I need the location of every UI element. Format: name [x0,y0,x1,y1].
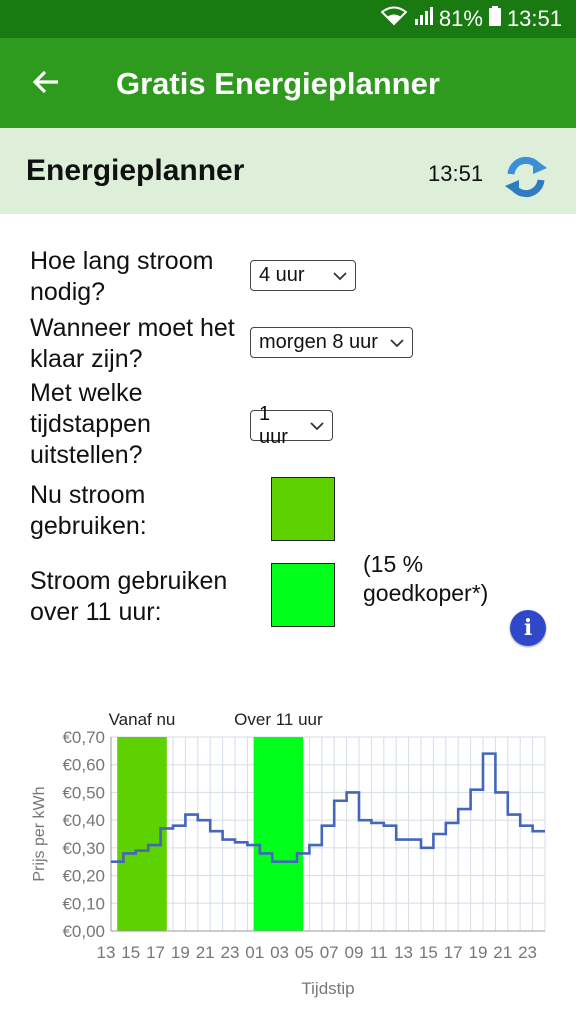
x-tick-label: 23 [220,943,239,962]
y-axis-title: Prijs per kWh [31,786,48,881]
x-tick-label: 23 [518,943,537,962]
app-title: Gratis Energieplanner [116,66,440,101]
x-tick-label: 17 [444,943,463,962]
battery-icon [488,6,501,32]
x-tick-label: 13 [96,943,115,962]
x-tick-label: 17 [146,943,165,962]
x-tick-label: 13 [394,943,413,962]
y-tick-label: €0,20 [62,867,105,886]
x-tick-label: 11 [370,943,388,962]
duration-label: Hoe lang stroom nodig? [30,247,214,306]
chevron-down-icon [333,268,347,284]
wifi-icon [380,6,408,32]
y-tick-label: €0,00 [62,922,105,941]
x-tick-label: 05 [295,943,314,962]
deadline-select[interactable]: morgen 8 uur [250,327,413,358]
x-tick-label: 19 [171,943,190,962]
duration-select[interactable]: 4 uur [250,260,356,291]
x-tick-label: 19 [468,943,487,962]
back-arrow-icon[interactable] [26,62,66,102]
x-tick-label: 15 [419,943,438,962]
info-icon[interactable]: i [510,610,546,646]
now-label: Nu stroom gebruiken: [30,481,147,540]
y-tick-label: €0,50 [62,783,105,802]
deadline-value: morgen 8 uur [259,331,378,353]
timestep-label: Met welke tijdstappen uitstellen? [30,379,151,469]
page-header: Energieplanner 13:51 [0,128,576,214]
later-color-swatch [271,563,335,627]
timestep-select[interactable]: 1 uur [250,403,333,448]
status-bar: 81% 13:51 [0,0,576,38]
saving-note: (15 % goedkoper*) [363,551,489,606]
later-label: Stroom gebruiken over 11 uur: [30,567,228,626]
timestep-value: 1 uur [259,402,288,448]
header-time: 13:51 [428,161,484,186]
price-chart: Vanaf nu Over 11 uur €0,00 €0,10 €0,20 €0,30 €… [31,710,546,998]
y-tick-label: €0,70 [62,728,105,747]
y-tick-label: €0,60 [62,756,105,775]
page-title: Energieplanner [26,154,245,187]
x-tick-label: 21 [493,943,512,962]
highlight-band [253,737,304,931]
y-tick-label: €0,10 [62,894,105,913]
chevron-down-icon [310,418,324,434]
battery-percentage: 81% [438,6,483,31]
x-tick-label: 03 [270,943,289,962]
highlight-label: Vanaf nu [109,710,176,729]
price-line [111,752,545,864]
x-axis-title: Tijdstip [301,979,354,998]
app-bar: Gratis Energieplanner [0,38,576,128]
x-tick-label: 01 [245,943,264,962]
status-time: 13:51 [506,6,562,31]
y-tick-label: €0,30 [62,839,105,858]
deadline-label: Wanneer moet het klaar zijn? [30,314,235,373]
chevron-down-icon [390,335,404,351]
now-color-swatch [271,477,335,541]
x-tick-label: 21 [196,943,215,962]
refresh-icon[interactable] [503,154,549,200]
x-tick-label: 07 [320,943,339,962]
duration-value: 4 uur [259,264,305,286]
y-tick-label: €0,40 [62,811,105,830]
x-tick-label: 09 [344,943,363,962]
signal-icon [413,6,433,32]
x-tick-label: 15 [121,943,140,962]
highlight-label: Over 11 uur [234,710,323,729]
